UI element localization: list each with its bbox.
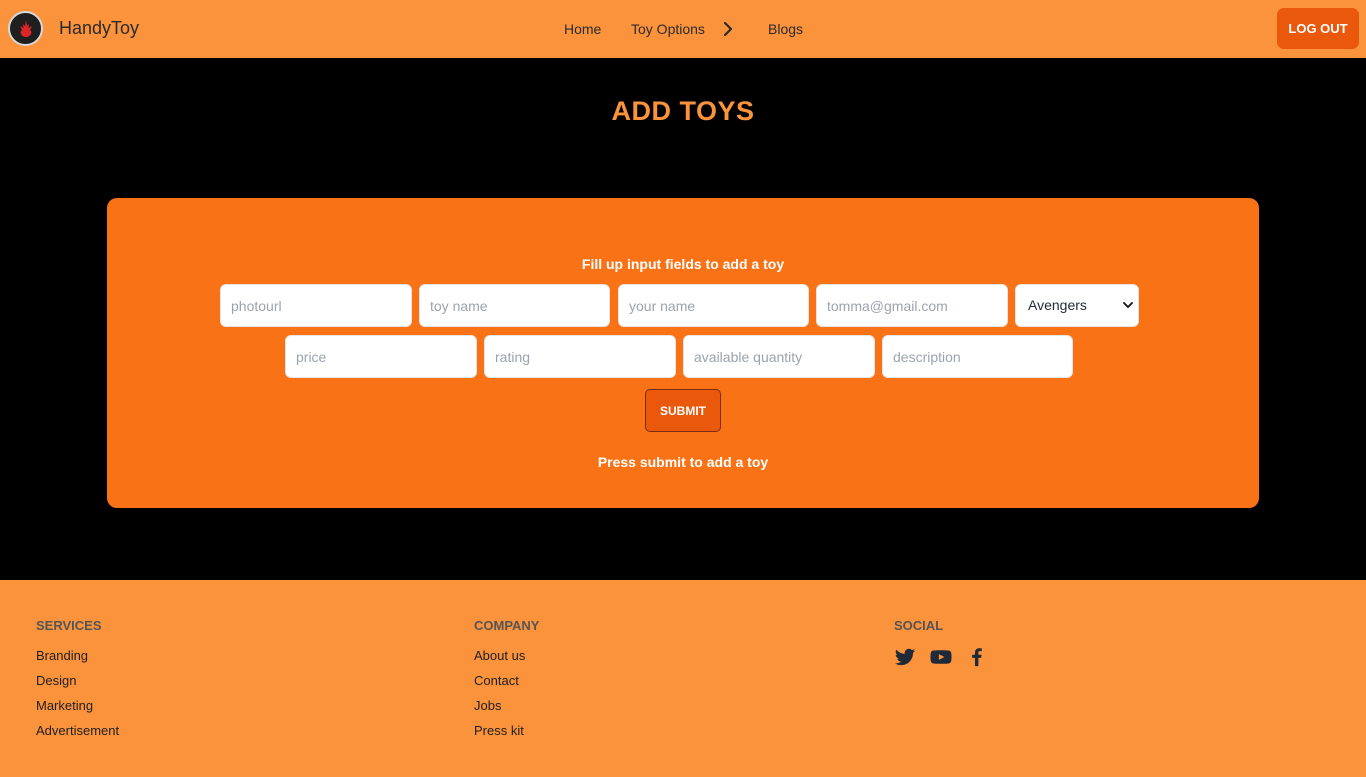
your-name-input[interactable] xyxy=(618,284,809,327)
footer-link-contact[interactable]: Contact xyxy=(474,673,539,698)
nav-toy-options-link[interactable]: Toy Options xyxy=(631,21,705,37)
nav-blogs-link[interactable]: Blogs xyxy=(768,21,803,37)
chevron-right-icon[interactable] xyxy=(723,22,733,36)
footer-link-about-us[interactable]: About us xyxy=(474,648,539,673)
footer-link-press-kit[interactable]: Press kit xyxy=(474,723,539,748)
footer-link-jobs[interactable]: Jobs xyxy=(474,698,539,723)
form-heading: Fill up input fields to add a toy xyxy=(581,256,785,272)
category-select-box[interactable] xyxy=(1015,284,1139,327)
add-toy-form: Fill up input fields to add a toy Avenge… xyxy=(107,198,1259,508)
footer-link-marketing[interactable]: Marketing xyxy=(36,698,119,723)
category-select[interactable]: Avengers xyxy=(1015,284,1139,327)
photourl-input[interactable] xyxy=(220,284,412,327)
rating-input[interactable] xyxy=(484,335,676,378)
footer-social-column: SOCIAL xyxy=(894,618,988,668)
social-icons xyxy=(894,646,988,668)
footer-link-advertisement[interactable]: Advertisement xyxy=(36,723,119,748)
nav-home-link[interactable]: Home xyxy=(564,21,601,37)
footer-company-column: COMPANY About us Contact Jobs Press kit xyxy=(474,618,539,748)
footer-social-heading: SOCIAL xyxy=(894,618,944,633)
page-title: ADD TOYS xyxy=(611,96,755,126)
site-footer: SERVICES Branding Design Marketing Adver… xyxy=(0,580,1366,777)
navbar: HandyToy Home Toy Options Blogs LOG OUT xyxy=(0,0,1366,58)
submit-button[interactable]: SUBMIT xyxy=(645,389,721,432)
footer-company-heading: COMPANY xyxy=(474,618,540,633)
footer-services-column: SERVICES Branding Design Marketing Adver… xyxy=(36,618,119,748)
logout-button[interactable]: LOG OUT xyxy=(1277,8,1359,49)
toy-name-input[interactable] xyxy=(419,284,610,327)
available-quantity-input[interactable] xyxy=(683,335,875,378)
twitter-icon[interactable] xyxy=(894,646,916,668)
footer-services-heading: SERVICES xyxy=(36,618,102,633)
description-input[interactable] xyxy=(882,335,1073,378)
email-input[interactable] xyxy=(816,284,1008,327)
facebook-icon[interactable] xyxy=(966,646,988,668)
price-input[interactable] xyxy=(285,335,477,378)
footer-link-branding[interactable]: Branding xyxy=(36,648,119,673)
youtube-icon[interactable] xyxy=(930,646,952,668)
main-nav: Home Toy Options Blogs xyxy=(0,0,1366,58)
form-footer-text: Press submit to add a toy xyxy=(597,454,769,470)
footer-link-design[interactable]: Design xyxy=(36,673,119,698)
